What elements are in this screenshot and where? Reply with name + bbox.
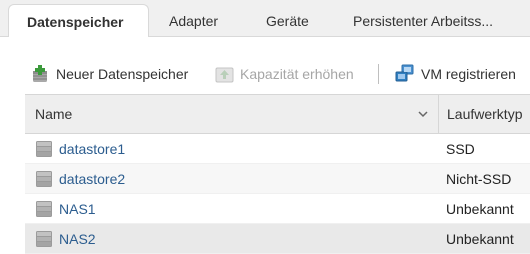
column-header-name[interactable]: Name xyxy=(25,95,438,133)
increase-capacity-button[interactable]: Kapazität erhöhen xyxy=(215,60,354,88)
datastore-icon xyxy=(36,141,52,157)
increase-capacity-label: Kapazität erhöhen xyxy=(240,66,354,82)
datastore-icon xyxy=(36,171,52,187)
datastore-name-link[interactable]: NAS2 xyxy=(59,231,96,247)
add-datastore-icon xyxy=(33,65,47,82)
register-vm-icon xyxy=(395,64,414,82)
drive-type-cell: SSD xyxy=(446,141,475,157)
increase-capacity-icon xyxy=(215,67,234,83)
new-datastore-button[interactable]: Neuer Datenspeicher xyxy=(31,60,188,88)
tab-devices[interactable]: Geräte xyxy=(266,4,309,36)
drive-type-cell: Unbekannt xyxy=(446,201,514,217)
drive-type-cell: Nicht-SSD xyxy=(446,171,512,187)
tab-bar: Datenspeicher Adapter Geräte Persistente… xyxy=(0,0,530,37)
tab-persistent-memory[interactable]: Persistenter Arbeitss... xyxy=(353,4,493,36)
table-header: Name Laufwerktyp xyxy=(25,94,530,134)
datastore-icon xyxy=(36,201,52,217)
drive-type-cell: Unbekannt xyxy=(446,231,514,247)
toolbar: Neuer Datenspeicher Kapazität erhöhen VM… xyxy=(0,60,530,88)
new-datastore-label: Neuer Datenspeicher xyxy=(56,66,189,82)
table-row[interactable]: NAS2 Unbekannt xyxy=(25,224,530,254)
register-vm-label: VM registrieren xyxy=(421,66,516,82)
datastore-name-link[interactable]: NAS1 xyxy=(59,201,96,217)
chevron-down-icon[interactable] xyxy=(417,109,429,119)
table-row[interactable]: datastore2 Nicht-SSD xyxy=(25,164,530,194)
column-header-type[interactable]: Laufwerktyp xyxy=(438,95,530,133)
register-vm-button[interactable]: VM registrieren xyxy=(395,60,516,88)
datastore-name-link[interactable]: datastore2 xyxy=(59,171,125,187)
datastore-table: Name Laufwerktyp datastore1 SSD datastor… xyxy=(25,94,530,254)
datastore-name-link[interactable]: datastore1 xyxy=(59,141,125,157)
tab-datastores[interactable]: Datenspeicher xyxy=(8,4,149,37)
toolbar-separator xyxy=(378,64,379,84)
table-row[interactable]: datastore1 SSD xyxy=(25,134,530,164)
datastore-icon xyxy=(36,231,52,247)
tab-adapters[interactable]: Adapter xyxy=(169,4,218,36)
table-row[interactable]: NAS1 Unbekannt xyxy=(25,194,530,224)
